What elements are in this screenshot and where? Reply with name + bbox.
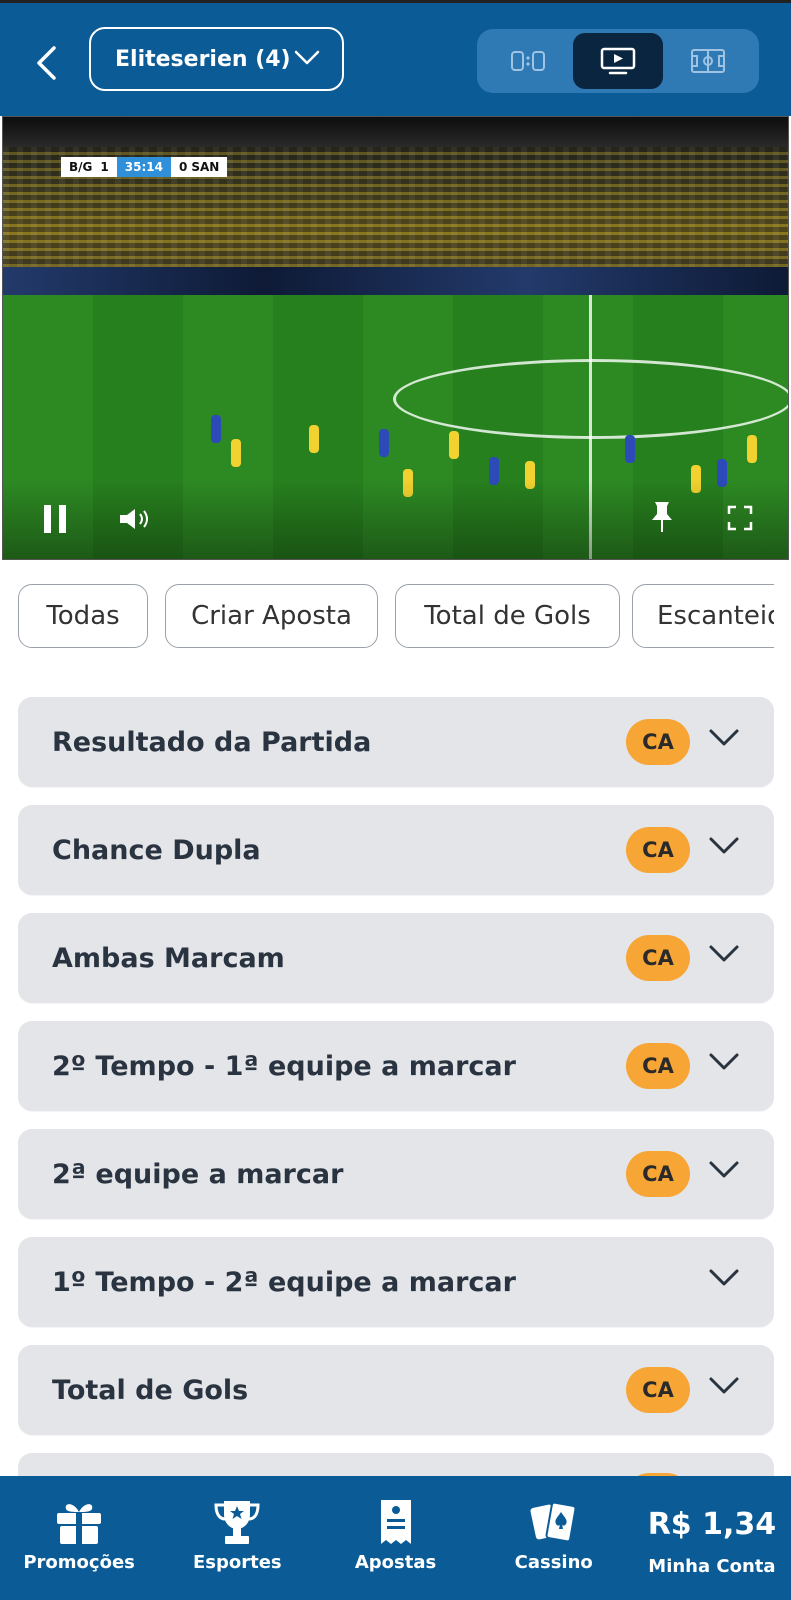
player bbox=[211, 415, 221, 443]
stadium-roof bbox=[3, 117, 788, 147]
market-row[interactable]: Chance Dupla CA bbox=[18, 805, 774, 895]
market-filter-chips: Todas Criar Aposta Total de Gols Escante… bbox=[18, 584, 774, 650]
pause-icon bbox=[44, 505, 66, 533]
gift-icon bbox=[57, 1504, 102, 1544]
chevron-left-icon bbox=[37, 46, 56, 80]
chevron-down-icon bbox=[709, 1269, 739, 1286]
volume-button[interactable] bbox=[115, 501, 155, 537]
market-row[interactable]: 2º Tempo - 1ª equipe a marcar CA bbox=[18, 1021, 774, 1111]
home-score: 1 bbox=[100, 157, 117, 177]
tv-icon bbox=[600, 47, 636, 75]
nav-promocoes[interactable]: Promoções bbox=[0, 1476, 158, 1600]
cash-out-badge: CA bbox=[626, 1367, 690, 1413]
fullscreen-button[interactable] bbox=[723, 501, 757, 535]
scoreboard-view-button[interactable] bbox=[483, 33, 573, 89]
player bbox=[309, 425, 319, 453]
trophy-icon bbox=[214, 1501, 260, 1544]
filter-chip-criar-aposta[interactable]: Criar Aposta bbox=[165, 584, 378, 648]
match-clock: 35:14 bbox=[116, 157, 171, 177]
bottom-navigation: Promoções Esportes Apostas Cassino R$ 1,… bbox=[0, 1476, 791, 1600]
filter-chip-todas[interactable]: Todas bbox=[18, 584, 148, 648]
filter-chip-total-de-gols[interactable]: Total de Gols bbox=[395, 584, 620, 648]
video-view-button[interactable] bbox=[573, 33, 663, 89]
nav-cassino[interactable]: Cassino bbox=[475, 1476, 633, 1600]
chevron-down-icon bbox=[709, 1053, 739, 1070]
nav-minha-conta[interactable]: R$ 1,34 Minha Conta bbox=[633, 1476, 791, 1600]
market-row[interactable]: 2ª equipe a marcar CA bbox=[18, 1129, 774, 1219]
chevron-down-icon bbox=[709, 1161, 739, 1178]
market-row[interactable]: Total de Gols CA bbox=[18, 1345, 774, 1435]
market-title: Resultado da Partida bbox=[52, 726, 372, 758]
pitch-center-circle bbox=[393, 359, 788, 439]
live-stream-player[interactable]: B/G 1 35:14 0 SAN bbox=[2, 116, 789, 560]
cash-out-badge: CA bbox=[626, 827, 690, 873]
market-title: Total de Gols bbox=[52, 1374, 249, 1406]
away-score: 0 bbox=[170, 157, 192, 177]
cash-out-badge: CA bbox=[626, 1151, 690, 1197]
market-title: 2ª equipe a marcar bbox=[52, 1158, 344, 1190]
view-toggle bbox=[477, 29, 759, 93]
nav-label: Cassino bbox=[514, 1552, 593, 1573]
player bbox=[625, 435, 635, 463]
league-dropdown[interactable]: Eliteserien (4) bbox=[89, 27, 344, 91]
pause-button[interactable] bbox=[37, 499, 73, 539]
nav-label: Apostas bbox=[354, 1552, 437, 1573]
field-icon bbox=[691, 49, 725, 73]
account-balance: R$ 1,34 bbox=[647, 1506, 777, 1542]
nav-esportes[interactable]: Esportes bbox=[158, 1476, 316, 1600]
market-row[interactable]: Resultado da Partida CA bbox=[18, 697, 774, 787]
market-title: 1º Tempo - 2ª equipe a marcar bbox=[52, 1266, 516, 1298]
player bbox=[747, 435, 757, 463]
chevron-down-icon bbox=[709, 837, 739, 854]
player bbox=[231, 439, 241, 467]
nav-apostas[interactable]: Apostas bbox=[316, 1476, 474, 1600]
pin-button[interactable] bbox=[647, 497, 677, 537]
market-title: 2º Tempo - 1ª equipe a marcar bbox=[52, 1050, 516, 1082]
player-controls bbox=[3, 479, 788, 559]
player bbox=[691, 559, 701, 560]
market-row[interactable]: Ambas Marcam CA bbox=[18, 913, 774, 1003]
market-title: Ambas Marcam bbox=[52, 942, 285, 974]
away-team: SAN bbox=[191, 157, 228, 177]
speaker-icon bbox=[120, 509, 148, 529]
nav-label: Minha Conta bbox=[648, 1556, 776, 1577]
fullscreen-icon bbox=[727, 505, 753, 531]
chevron-down-icon bbox=[709, 945, 739, 962]
bet-slip-icon bbox=[380, 1500, 411, 1544]
league-label: Eliteserien (4) bbox=[115, 46, 291, 72]
ad-boards bbox=[3, 267, 788, 295]
nav-label: Promoções bbox=[23, 1552, 135, 1573]
top-bar: Eliteserien (4) bbox=[0, 0, 791, 116]
back-button[interactable] bbox=[28, 39, 64, 87]
filter-chip-escanteios[interactable]: Escanteio bbox=[632, 584, 774, 648]
chevron-down-icon bbox=[709, 729, 739, 746]
cash-out-badge: CA bbox=[626, 935, 690, 981]
chevron-down-icon bbox=[709, 1377, 739, 1394]
player bbox=[449, 431, 459, 459]
scoreboard-overlay: B/G 1 35:14 0 SAN bbox=[61, 157, 228, 177]
playing-cards-icon bbox=[530, 1501, 577, 1543]
chevron-down-icon bbox=[294, 50, 320, 65]
home-team: B/G bbox=[61, 157, 101, 177]
score-icon bbox=[511, 51, 545, 71]
field-view-button[interactable] bbox=[663, 33, 753, 89]
nav-label: Esportes bbox=[192, 1552, 282, 1573]
cash-out-badge: CA bbox=[626, 719, 690, 765]
cash-out-badge: CA bbox=[626, 1043, 690, 1089]
pin-icon bbox=[652, 502, 672, 532]
market-row[interactable]: 1º Tempo - 2ª equipe a marcar bbox=[18, 1237, 774, 1327]
market-title: Chance Dupla bbox=[52, 834, 261, 866]
player bbox=[379, 429, 389, 457]
